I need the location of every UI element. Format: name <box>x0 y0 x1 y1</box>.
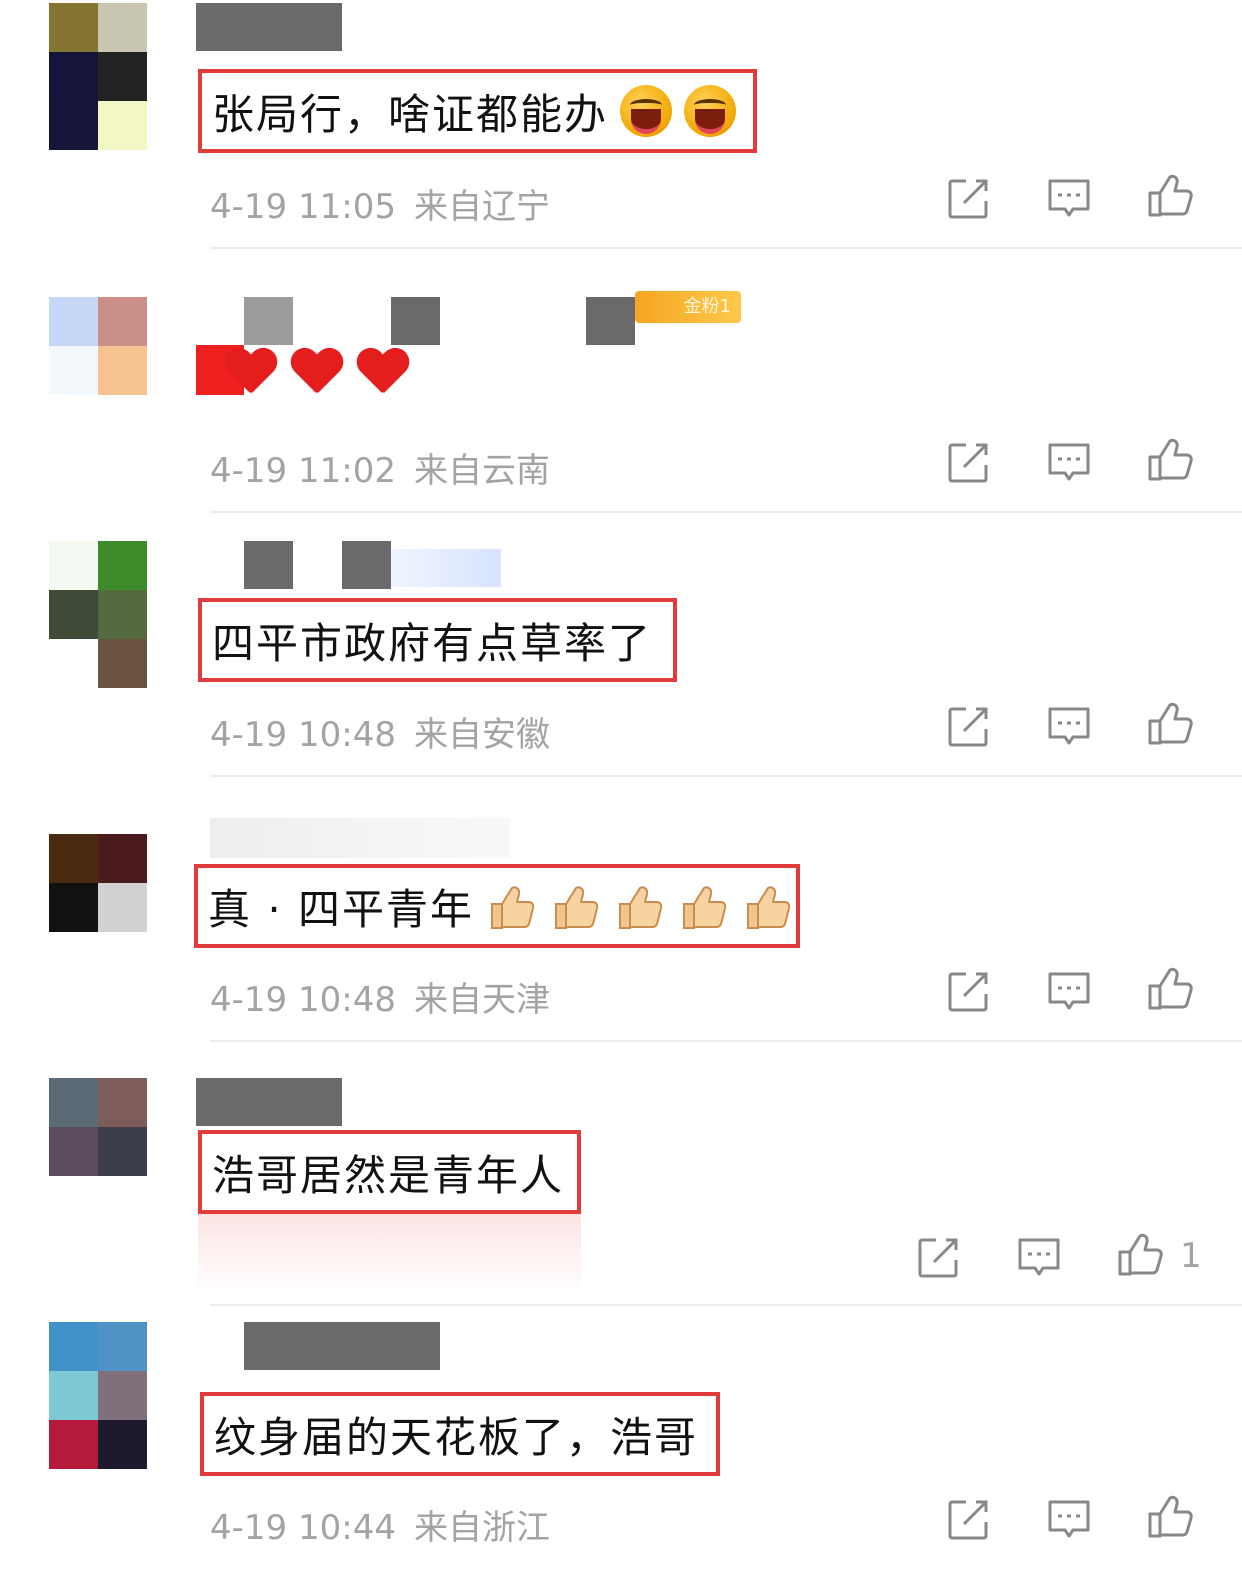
share-icon[interactable] <box>946 177 990 221</box>
comment-body-highlight: 浩哥居然是青年人 <box>198 1130 581 1214</box>
comment-icon[interactable] <box>1047 177 1091 221</box>
laughing-emoji-icon <box>684 85 737 137</box>
comment-time: 4-19 10:48 <box>210 980 396 1020</box>
comment-time: 4-19 11:05 <box>210 187 396 227</box>
comment-text: 浩哥居然是青年人 <box>212 1150 565 1200</box>
thumbs-up-icon[interactable] <box>1148 1494 1193 1538</box>
heart-icon <box>224 345 278 395</box>
comment-body-highlight: 真 · 四平青年 <box>194 864 800 948</box>
thumbs-up-icon[interactable] <box>1118 1232 1163 1276</box>
comment-body-highlight: 四平市政府有点草率了 <box>198 598 677 682</box>
comment-location: 来自云南 <box>413 451 550 491</box>
username-redacted[interactable] <box>244 297 293 345</box>
thumbs-up-icon[interactable] <box>1148 701 1193 745</box>
comment-location: 来自天津 <box>413 980 550 1020</box>
comment-location: 来自辽宁 <box>413 187 550 227</box>
laughing-emoji-icon <box>620 85 673 137</box>
thumbs-up-emoji-icon <box>550 880 602 932</box>
comment-item: 四平市政府有点草率了 4-19 10:48 来自安徽 <box>0 541 1242 805</box>
comment-icon[interactable] <box>1047 441 1091 485</box>
divider <box>210 1304 1242 1306</box>
comment-meta: 4-19 10:44 来自浙江 <box>210 1500 550 1549</box>
comment-text: 四平市政府有点草率了 <box>212 618 653 668</box>
share-icon[interactable] <box>946 970 990 1014</box>
share-icon[interactable] <box>946 705 990 749</box>
username-redacted[interactable] <box>342 541 391 589</box>
share-icon[interactable] <box>946 441 990 485</box>
comment-text: 真 · 四平青年 <box>208 884 475 934</box>
share-icon[interactable] <box>946 1498 990 1542</box>
comment-time: 4-19 11:02 <box>210 451 396 491</box>
fan-badge: 金粉1 <box>635 291 741 323</box>
avatar[interactable] <box>49 1322 147 1470</box>
comment-item: 真 · 四平青年 4-19 10:48 来自天津 <box>0 818 1242 1098</box>
comment-meta: 4-19 11:02 来自云南 <box>210 443 550 492</box>
heart-icon <box>290 345 344 395</box>
comment-icon[interactable] <box>1047 705 1091 749</box>
comment-text: 纹身届的天花板了，浩哥 <box>214 1412 699 1462</box>
comment-location: 来自浙江 <box>413 1508 550 1548</box>
thumbs-up-emoji-icon <box>678 880 730 932</box>
badge-blurred <box>391 549 501 587</box>
thumbs-up-icon[interactable] <box>1148 173 1193 217</box>
like-count: 1 <box>1180 1236 1202 1276</box>
comment-time: 4-19 10:48 <box>210 715 396 755</box>
avatar[interactable] <box>49 3 147 151</box>
avatar[interactable] <box>49 297 147 445</box>
comment-meta: 4-19 10:48 来自安徽 <box>210 707 550 756</box>
thumbs-up-emoji-icon <box>486 880 538 932</box>
comment-meta: 4-19 11:05 来自辽宁 <box>210 179 550 228</box>
divider <box>210 1040 1242 1042</box>
thumbs-up-emoji-icon <box>614 880 666 932</box>
comment-body-highlight: 张局行，啥证都能办 <box>198 69 757 153</box>
comment-meta: 4-19 10:48 来自天津 <box>210 972 550 1021</box>
username-redacted[interactable] <box>196 1078 342 1126</box>
blur-area <box>198 1214 581 1294</box>
avatar[interactable] <box>49 541 147 689</box>
username-redacted[interactable] <box>244 1322 440 1370</box>
comment-item: 纹身届的天花板了，浩哥 4-19 10:44 来自浙江 <box>0 1322 1242 1586</box>
thumbs-up-emoji-icon <box>742 880 794 932</box>
comment-body <box>196 345 410 395</box>
share-icon[interactable] <box>916 1236 960 1280</box>
comment-body-highlight: 纹身届的天花板了，浩哥 <box>200 1392 720 1476</box>
avatar[interactable] <box>49 1078 147 1176</box>
comment-time: 4-19 10:44 <box>210 1508 396 1548</box>
comment-item: 张局行，啥证都能办 4-19 11:05 来自辽宁 <box>0 3 1242 267</box>
thumbs-up-icon[interactable] <box>1148 437 1193 481</box>
comment-icon[interactable] <box>1017 1236 1061 1280</box>
username-redacted[interactable] <box>244 541 293 589</box>
comment-icon[interactable] <box>1047 970 1091 1014</box>
comment-item: 金粉1 4-19 11:02 来自云南 <box>0 291 1242 561</box>
comment-text: 张局行，啥证都能办 <box>212 89 609 139</box>
username-redacted[interactable] <box>586 297 635 345</box>
username-redacted[interactable] <box>196 3 342 51</box>
divider <box>210 511 1242 513</box>
comment-location: 来自安徽 <box>413 715 550 755</box>
avatar[interactable] <box>49 834 147 932</box>
thumbs-up-icon[interactable] <box>1148 966 1193 1010</box>
heart-icon <box>356 345 410 395</box>
username-redacted[interactable] <box>391 297 440 345</box>
divider <box>210 247 1242 249</box>
comment-item: 浩哥居然是青年人 1 <box>0 1078 1242 1342</box>
username-blurred[interactable] <box>210 818 510 858</box>
comment-icon[interactable] <box>1047 1498 1091 1542</box>
divider <box>210 775 1242 777</box>
